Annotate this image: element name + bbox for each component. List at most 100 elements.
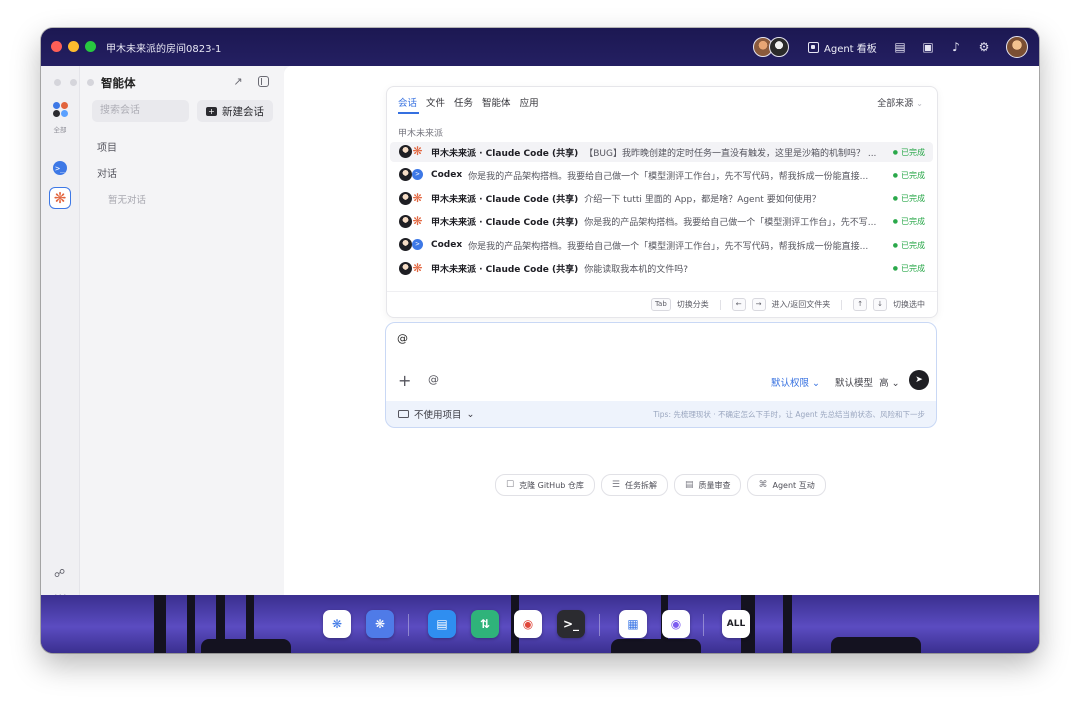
tab-3[interactable]: 智能体 (482, 95, 511, 111)
github-icon: ☐ (506, 480, 515, 490)
status-badge: 已完成 (879, 263, 933, 274)
send-button[interactable]: ➤ (909, 370, 929, 390)
row-message: 【BUG】我昨晚创建的定时任务一直没有触发，这里是沙箱的机制吗？ ... (584, 148, 877, 159)
desktop-dock: ❋ ❋ ▤ ⇅ ◉ >_ ▦ ◉ ALL (41, 595, 1039, 653)
permission-label: 默认权限 (771, 378, 810, 389)
quick-action-chip[interactable]: ☐ 克隆 GitHub 仓库 (495, 474, 595, 496)
chevron-down-icon: ⌄ (466, 408, 475, 420)
conversation-row[interactable]: ❋ 甲木未来派 · Claude Code (共享) 你能读取我本机的文件吗? 已完成 (390, 259, 933, 279)
window-dot (70, 79, 77, 86)
dock-chat-app[interactable]: ◉ (662, 610, 690, 638)
maximize-window-button[interactable] (85, 41, 96, 52)
tab-2[interactable]: 任务 (454, 95, 473, 111)
row-message: 你是我的产品架构搭档。我要给自己做一个「模型测评工作台」，先不写代码，帮我拆成一… (468, 171, 869, 182)
window-dot (54, 79, 61, 86)
model-label: 默认模型 (835, 378, 874, 389)
row-agent-name: 甲木未来派 · Claude Code (共享) (431, 265, 579, 275)
quick-action-label: 质量审查 (698, 480, 731, 490)
close-window-button[interactable] (51, 41, 62, 52)
arrow-up-key: ↑ (853, 298, 868, 311)
mention-icon[interactable]: @ (428, 373, 439, 386)
user-avatar[interactable] (1006, 36, 1028, 58)
status-badge: 已完成 (879, 216, 933, 227)
review-icon: ▤ (684, 480, 694, 490)
settings-icon[interactable]: ⚙ (975, 38, 993, 56)
dock-files-app[interactable]: ▤ (428, 610, 456, 638)
chevron-down-icon: ⌄ (812, 378, 821, 389)
permission-selector[interactable]: 默认权限 ⌄ (771, 375, 820, 389)
status-badge: 已完成 (879, 147, 933, 158)
codex-icon: >_ (53, 161, 67, 175)
sidebar-title: 智能体 (101, 76, 136, 90)
chevron-down-icon: ⌄ (891, 378, 900, 389)
quick-action-chip[interactable]: ⌘ Agent 互动 (747, 474, 826, 496)
source-filter[interactable]: 全部来源 ⌄ (877, 96, 923, 109)
share-icon[interactable]: ☍ (54, 567, 65, 580)
quick-action-chip[interactable]: ▤ 质量审查 (673, 474, 742, 496)
conversation-row[interactable]: ❋ 甲木未来派 · Claude Code (共享) 【BUG】我昨晚创建的定时任务… (390, 142, 933, 162)
row-avatar: ❋ (399, 214, 425, 229)
dock-browser-app[interactable]: ◉ (514, 610, 542, 638)
add-attachment-icon[interactable]: + (398, 371, 411, 390)
toggle-sidebar-icon[interactable] (258, 76, 269, 87)
ud-hint: 切换选中 (893, 300, 925, 309)
conversation-row[interactable]: ❋ 甲木未来派 · Claude Code (共享) 你是我的产品架构搭档。我要给自… (390, 212, 933, 232)
user-avatar-icon (399, 168, 412, 182)
app-window: 甲木未来派的房间0823-1 Agent 看板 ▤ ▣ ♪ ⚙ 全部 >_ ❋ … (41, 28, 1039, 653)
conversation-row[interactable]: ❋ 甲木未来派 · Claude Code (共享) 介绍一下 tutti 里面的 … (390, 189, 933, 209)
row-message: 你是我的产品架构搭档。我要给自己做一个「模型测评工作台」，先不写... (584, 218, 877, 229)
quick-action-chip[interactable]: ☰ 任务拆解 (600, 474, 668, 496)
list-icon: ☰ (611, 480, 620, 490)
member-avatar[interactable] (769, 37, 789, 57)
search-input[interactable]: 搜索会话 (92, 100, 189, 122)
model-selector[interactable]: 默认模型 高 ⌄ (835, 375, 900, 389)
project-selector[interactable]: 不使用项目 ⌄ (398, 407, 474, 421)
all-agents-label: 全部 (53, 126, 67, 134)
minimize-window-button[interactable] (68, 41, 79, 52)
dock-transfer-app[interactable]: ⇅ (471, 610, 499, 638)
conversations-section[interactable]: 对话 (97, 165, 117, 180)
projects-section[interactable]: 项目 (97, 139, 117, 154)
row-avatar: ❋ (399, 190, 425, 206)
tips-text: Tips: 先梳理现状 · 不确定怎么下手时，让 Agent 先总结当前状态、风… (653, 410, 925, 419)
arrow-right-key: → (751, 298, 766, 311)
room-members[interactable] (753, 37, 793, 57)
dropdown-tabs: 会话 文件 任务 智能体 应用 (398, 95, 539, 111)
screen-icon[interactable]: ▣ (919, 38, 937, 56)
dock-apps-grid[interactable]: ▦ (619, 610, 647, 638)
claude-icon: ❋ (53, 189, 67, 207)
rail-claude-button[interactable]: ❋ (49, 187, 71, 209)
new-chat-button[interactable]: + 新建会话 (197, 100, 273, 122)
claude-icon: ❋ (412, 190, 423, 205)
rail-codex-button[interactable]: >_ (49, 157, 71, 179)
dock-terminal-app[interactable]: >_ (557, 610, 585, 638)
dock-multiagent-app[interactable]: ❋ (366, 610, 394, 638)
row-agent-name: Codex (431, 240, 463, 251)
row-message: 你是我的产品架构搭档。我要给自己做一个「模型测评工作台」，先不写代码，帮我拆成一… (468, 241, 869, 252)
arrow-down-key: ↓ (873, 298, 887, 311)
composer-input-area[interactable]: @ + @ 默认权限 ⌄ 默认模型 高 ⌄ ➤ (386, 323, 936, 401)
external-link-icon[interactable]: ↗ (231, 74, 245, 88)
conversation-row[interactable]: > Codex 你是我的产品架构搭档。我要给自己做一个「模型测评工作台」，先不写代码… (390, 235, 933, 255)
project-label: 不使用项目 (414, 410, 462, 421)
all-agents-icon[interactable] (53, 102, 69, 118)
bell-icon[interactable]: ♪ (947, 38, 965, 56)
agents-icon: ⌘ (758, 480, 768, 490)
claude-icon: ❋ (412, 144, 423, 158)
doc-icon[interactable]: ▤ (891, 38, 909, 56)
arrow-left-key: ← (731, 298, 746, 311)
tab-4[interactable]: 应用 (520, 95, 539, 111)
agent-board-button[interactable]: Agent 看板 (808, 37, 877, 57)
row-message: 介绍一下 tutti 里面的 App，都是啥？Agent 要如何使用？ (584, 195, 821, 206)
conversation-sidebar: 智能体 ↗ 搜索会话 + 新建会话 项目 对话 暂无对话 (80, 66, 284, 595)
dock-all-button[interactable]: ALL (722, 610, 750, 638)
tab-0[interactable]: 会话 (398, 95, 417, 111)
message-composer: @ + @ 默认权限 ⌄ 默认模型 高 ⌄ ➤ 不使用项目 ⌄ Tips: 先梳… (385, 322, 937, 428)
row-agent-name: Codex (431, 170, 463, 181)
board-icon (808, 41, 819, 53)
composer-text[interactable]: @ (397, 332, 408, 345)
conversation-row[interactable]: > Codex 你是我的产品架构搭档。我要给自己做一个「模型测评工作台」，先不写代码… (390, 165, 933, 185)
tab-1[interactable]: 文件 (426, 95, 445, 111)
dock-agents-app[interactable]: ❋ (323, 610, 351, 638)
tab-key: Tab (650, 298, 671, 311)
